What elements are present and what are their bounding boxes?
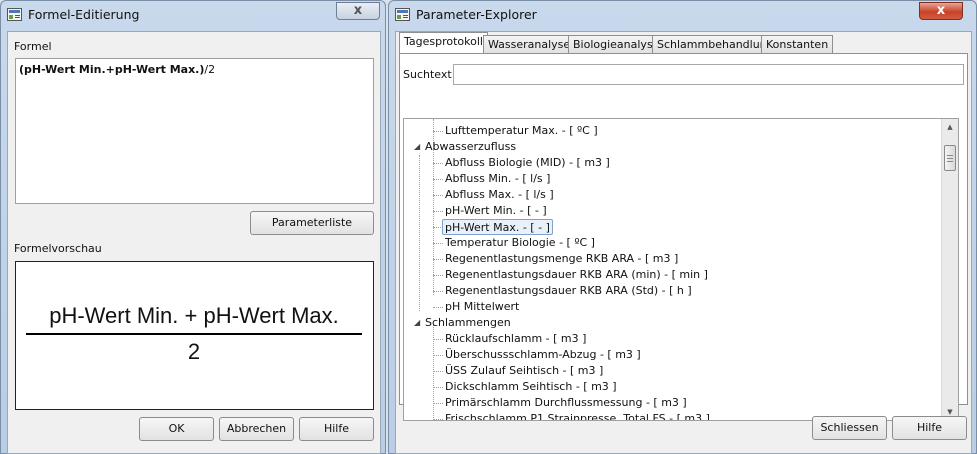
parameterliste-button[interactable]: Parameterliste bbox=[250, 211, 374, 235]
tab-label: Wasseranalyse bbox=[488, 38, 571, 51]
tree-item[interactable]: pH-Wert Min. - [ - ] bbox=[445, 203, 547, 219]
tree-line bbox=[433, 419, 443, 420]
tree-line bbox=[419, 155, 420, 311]
formelvorschau-label: Formelvorschau bbox=[14, 242, 102, 255]
tree-line bbox=[433, 131, 443, 132]
preview-fraction: pH-Wert Min. + pH-Wert Max. 2 bbox=[26, 302, 362, 365]
tree-line bbox=[433, 387, 443, 388]
tree-line bbox=[433, 307, 443, 308]
explorer-close-button[interactable]: x bbox=[919, 2, 963, 20]
tab-label: Schlammbehandlung bbox=[657, 38, 774, 51]
tree-item[interactable]: Regenentlastungsmenge RKB ARA - [ m3 ] bbox=[445, 251, 678, 267]
tab-tagesprotokoll[interactable]: Tagesprotokoll bbox=[399, 32, 488, 54]
tree-line bbox=[433, 371, 443, 372]
tree-line bbox=[433, 195, 443, 196]
tree-item[interactable]: pH Mittelwert bbox=[445, 299, 519, 315]
formelvorschau-panel: pH-Wert Min. + pH-Wert Max. 2 bbox=[15, 261, 374, 410]
tree-item[interactable]: Dickschlamm Seihtisch - [ m3 ] bbox=[445, 379, 617, 395]
suchtext-input[interactable] bbox=[453, 64, 964, 85]
abbrechen-button[interactable]: Abbrechen bbox=[219, 417, 294, 441]
tree-line bbox=[433, 291, 443, 292]
schliessen-button[interactable]: Schliessen bbox=[812, 416, 887, 440]
fraction-bar bbox=[26, 333, 362, 335]
tree-item[interactable]: Frischschlamm P1 Strainpresse, Total FS … bbox=[445, 411, 710, 420]
tree-group-schlammengen[interactable]: Schlammengen bbox=[425, 315, 511, 331]
tree-line bbox=[433, 275, 443, 276]
tree-line bbox=[433, 179, 443, 180]
tab-schlammbehandlung[interactable]: Schlammbehandlung bbox=[652, 35, 779, 54]
tree-item[interactable]: Regenentlastungsdauer RKB ARA (min) - [ … bbox=[445, 267, 708, 283]
formel-input[interactable]: (pH-Wert Min.+pH-Wert Max.)/2 bbox=[15, 58, 374, 204]
tree-item[interactable]: Temperatur Biologie - [ ºC ] bbox=[445, 235, 595, 251]
tab-konstanten[interactable]: Konstanten bbox=[761, 35, 834, 54]
tree-group-abwasserzufluss[interactable]: Abwasserzufluss bbox=[425, 139, 516, 155]
expand-arrow-icon[interactable]: ◢ bbox=[414, 139, 420, 155]
tree-line bbox=[433, 403, 443, 404]
preview-numerator: pH-Wert Min. + pH-Wert Max. bbox=[49, 303, 339, 328]
formel-text-bold: (pH-Wert Min.+pH-Wert Max.) bbox=[19, 63, 205, 76]
formel-titlebar[interactable]: Formel-Editierung x bbox=[1, 1, 385, 29]
close-icon: x bbox=[353, 3, 363, 18]
tree-line bbox=[433, 211, 443, 212]
tab-label: Biologieanalyse bbox=[573, 38, 660, 51]
scrollbar-thumb[interactable] bbox=[944, 145, 956, 171]
ok-button[interactable]: OK bbox=[139, 417, 214, 441]
tree-line bbox=[433, 259, 443, 260]
formel-text-rest: /2 bbox=[204, 63, 216, 76]
tab-wasseranalyse[interactable]: Wasseranalyse bbox=[483, 35, 576, 54]
tree-item[interactable]: Regenentlastungsdauer RKB ARA (Std) - [ … bbox=[445, 283, 692, 299]
tree-item[interactable]: Überschussschlamm-Abzug - [ m3 ] bbox=[445, 347, 641, 363]
tree-item[interactable]: Abfluss Max. - [ l/s ] bbox=[445, 187, 554, 203]
tree-line bbox=[433, 339, 443, 340]
grip-line bbox=[947, 155, 953, 156]
close-icon: x bbox=[936, 3, 946, 18]
scroll-up-arrow-icon[interactable]: ▲ bbox=[942, 119, 958, 135]
app-icon bbox=[7, 8, 22, 21]
tree-line bbox=[433, 355, 443, 356]
hilfe-button[interactable]: Hilfe bbox=[892, 416, 967, 440]
app-icon bbox=[395, 8, 410, 21]
formel-client-area: Formel (pH-Wert Min.+pH-Wert Max.)/2 Par… bbox=[7, 31, 381, 454]
expand-arrow-icon[interactable]: ◢ bbox=[414, 315, 420, 331]
explorer-window-title: Parameter-Explorer bbox=[416, 7, 537, 22]
tab-label: Konstanten bbox=[766, 38, 829, 51]
grip-line bbox=[947, 161, 953, 162]
formel-window-title: Formel-Editierung bbox=[28, 7, 140, 22]
hilfe-button[interactable]: Hilfe bbox=[299, 417, 374, 441]
explorer-client-area: Tagesprotokoll Wasseranalyse Biologieana… bbox=[395, 31, 972, 454]
tree-item[interactable]: Abfluss Biologie (MID) - [ m3 ] bbox=[445, 155, 610, 171]
tree-vertical-scrollbar[interactable]: ▲ ▼ bbox=[941, 119, 958, 420]
suchtext-label: Suchtext bbox=[403, 68, 452, 81]
tree-item[interactable]: Rücklaufschlamm - [ m3 ] bbox=[445, 331, 586, 347]
tree-item[interactable]: Primärschlamm Durchflussmessung - [ m3 ] bbox=[445, 395, 687, 411]
formel-editierung-window: Formel-Editierung x Formel (pH-Wert Min.… bbox=[0, 0, 386, 454]
tree-line bbox=[433, 243, 443, 244]
parameter-explorer-window: Parameter-Explorer x Tagesprotokoll Wass… bbox=[388, 0, 977, 454]
tree-item[interactable]: Lufttemperatur Max. - [ ºC ] bbox=[445, 123, 598, 139]
tree-line bbox=[433, 163, 443, 164]
explorer-titlebar[interactable]: Parameter-Explorer x bbox=[389, 1, 976, 29]
formel-close-button[interactable]: x bbox=[336, 2, 380, 20]
formel-label: Formel bbox=[14, 40, 52, 53]
grip-line bbox=[947, 158, 953, 159]
tree-item[interactable]: Abfluss Min. - [ l/s ] bbox=[445, 171, 550, 187]
tab-biologieanalyse[interactable]: Biologieanalyse bbox=[568, 35, 665, 54]
tree-item-selected[interactable]: pH-Wert Max. - [ - ] bbox=[442, 219, 553, 235]
parameter-tree[interactable]: Lufttemperatur Max. - [ ºC ] ◢ Abwasserz… bbox=[403, 118, 959, 421]
tab-label: Tagesprotokoll bbox=[404, 35, 483, 48]
preview-denominator: 2 bbox=[187, 339, 201, 364]
tree-item[interactable]: ÜSS Zulauf Seihtisch - [ m3 ] bbox=[445, 363, 603, 379]
